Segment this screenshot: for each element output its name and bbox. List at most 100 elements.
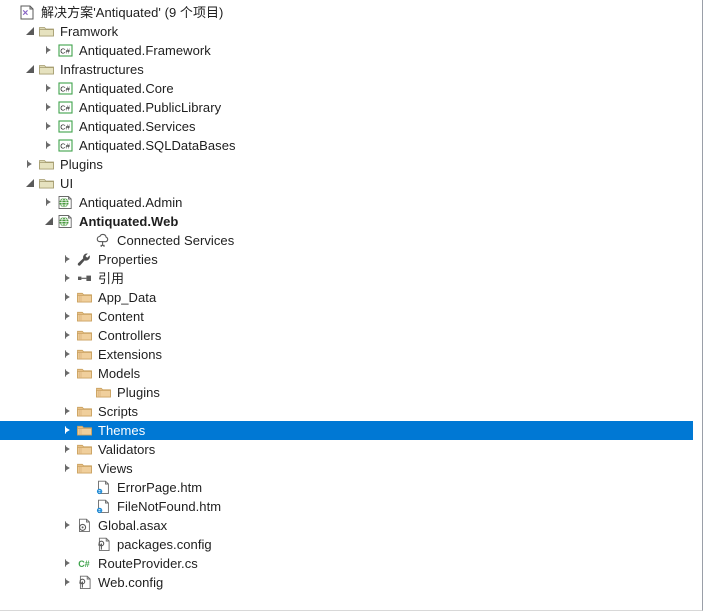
tree-expander-placeholder	[79, 535, 95, 554]
solution-explorer-panel: ✕ 解决方案'Antiquated' (9 个项目) Framwork C# A…	[0, 0, 703, 611]
tree-row[interactable]: Extensions	[0, 345, 702, 364]
tree-row[interactable]: C# Antiquated.Services	[0, 117, 702, 136]
tree-row[interactable]: C# Antiquated.PublicLibrary	[0, 98, 702, 117]
tree-row-label: Extensions	[98, 347, 163, 362]
chevron-right-icon[interactable]	[60, 516, 76, 535]
tree-row-label: Controllers	[98, 328, 162, 343]
svg-text:C#: C#	[60, 104, 70, 113]
chevron-right-icon[interactable]	[60, 345, 76, 364]
chevron-right-icon[interactable]	[60, 459, 76, 478]
chevron-right-icon[interactable]	[41, 79, 57, 98]
tree-row[interactable]: Content	[0, 307, 702, 326]
tree-row[interactable]: UI	[0, 174, 702, 193]
tree-row[interactable]: Models	[0, 364, 702, 383]
tree-row[interactable]: Validators	[0, 440, 702, 459]
tree-row-label: 引用	[98, 271, 125, 286]
csharp-project-icon: C#	[57, 99, 74, 116]
chevron-right-icon[interactable]	[60, 307, 76, 326]
chevron-right-icon[interactable]	[41, 41, 57, 60]
html-file-icon	[95, 498, 112, 515]
tree-row[interactable]: Web.config	[0, 573, 702, 592]
tree-row[interactable]: C# Antiquated.SQLDataBases	[0, 136, 702, 155]
folder-icon	[95, 384, 112, 401]
tree-row[interactable]: Controllers	[0, 326, 702, 345]
chevron-right-icon[interactable]	[41, 117, 57, 136]
chevron-right-icon[interactable]	[60, 364, 76, 383]
chevron-right-icon[interactable]	[22, 155, 38, 174]
tree-row[interactable]: Connected Services	[0, 231, 702, 250]
tree-row[interactable]: Scripts	[0, 402, 702, 421]
tree-row-label: Models	[98, 366, 141, 381]
tree-row[interactable]: C# Antiquated.Framework	[0, 41, 702, 60]
tree-row[interactable]: ErrorPage.htm	[0, 478, 702, 497]
tree-row[interactable]: Views	[0, 459, 702, 478]
tree-row-label: Plugins	[117, 385, 160, 400]
solution-folder-icon	[38, 156, 55, 173]
tree-row[interactable]: FileNotFound.htm	[0, 497, 702, 516]
chevron-right-icon[interactable]	[60, 573, 76, 592]
chevron-right-icon[interactable]	[60, 326, 76, 345]
tree-row-label: Framwork	[60, 24, 119, 39]
chevron-right-icon[interactable]	[60, 421, 76, 440]
folder-icon	[76, 422, 93, 439]
chevron-right-icon[interactable]	[60, 402, 76, 421]
tree-row[interactable]: packages.config	[0, 535, 702, 554]
tree-row-label: Web.config	[98, 575, 164, 590]
csharp-file-icon: C#	[76, 555, 93, 572]
tree-row-label: 解决方案'Antiquated' (9 个项目)	[41, 5, 224, 20]
tree-row-label: Antiquated.Web	[79, 214, 179, 229]
chevron-down-icon[interactable]	[22, 174, 38, 193]
tree-row-label: Global.asax	[98, 518, 168, 533]
tree-row-label: Antiquated.Admin	[79, 195, 183, 210]
web-project-icon	[57, 194, 74, 211]
chevron-right-icon[interactable]	[60, 554, 76, 573]
tree-row[interactable]: App_Data	[0, 288, 702, 307]
chevron-right-icon[interactable]	[60, 250, 76, 269]
tree-row[interactable]: Themes	[0, 421, 693, 440]
tree-row[interactable]: Plugins	[0, 155, 702, 174]
tree-row[interactable]: C# RouteProvider.cs	[0, 554, 702, 573]
tree-row-label: Connected Services	[117, 233, 235, 248]
tree-row[interactable]: Plugins	[0, 383, 702, 402]
chevron-right-icon[interactable]	[41, 136, 57, 155]
chevron-right-icon[interactable]	[60, 288, 76, 307]
chevron-right-icon[interactable]	[60, 440, 76, 459]
tree-row[interactable]: ✕ 解决方案'Antiquated' (9 个项目)	[0, 3, 702, 22]
chevron-down-icon[interactable]	[22, 60, 38, 79]
chevron-right-icon[interactable]	[41, 193, 57, 212]
tree-row-label: UI	[60, 176, 74, 191]
chevron-down-icon[interactable]	[22, 22, 38, 41]
chevron-right-icon[interactable]	[41, 98, 57, 117]
tree-row[interactable]: Framwork	[0, 22, 702, 41]
tree-row-label: Content	[98, 309, 144, 324]
tree-expander-placeholder	[79, 497, 95, 516]
chevron-right-icon[interactable]	[60, 269, 76, 288]
chevron-down-icon[interactable]	[41, 212, 57, 231]
folder-icon	[76, 289, 93, 306]
tree-row[interactable]: Antiquated.Web	[0, 212, 702, 231]
tree-row[interactable]: C# Antiquated.Core	[0, 79, 702, 98]
tree-row[interactable]: Global.asax	[0, 516, 702, 535]
tree-row[interactable]: 引用	[0, 269, 702, 288]
tree-row[interactable]: Properties	[0, 250, 702, 269]
asax-file-icon	[76, 517, 93, 534]
tree-row-label: Antiquated.PublicLibrary	[79, 100, 222, 115]
tree-row[interactable]: Antiquated.Admin	[0, 193, 702, 212]
tree-row[interactable]: Infrastructures	[0, 60, 702, 79]
tree-expander-placeholder	[79, 478, 95, 497]
solution-tree[interactable]: ✕ 解决方案'Antiquated' (9 个项目) Framwork C# A…	[0, 0, 702, 592]
